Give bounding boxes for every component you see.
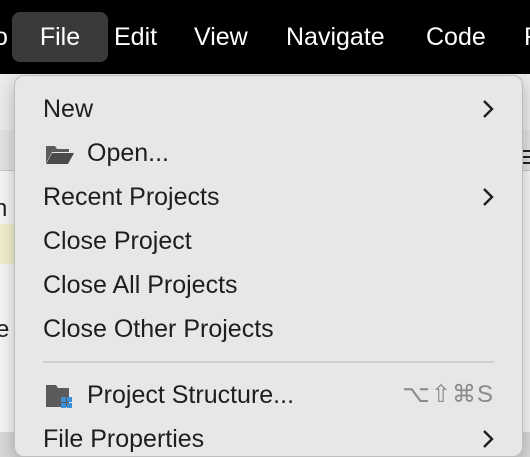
menubar-item-refactor[interactable]: R <box>524 12 530 62</box>
background-text-fragment: e <box>0 316 10 343</box>
menu-item-label: New <box>43 95 94 123</box>
chevron-right-icon <box>483 100 494 118</box>
menu-item-close-other-projects[interactable]: Close Other Projects <box>43 309 494 349</box>
menu-item-label: Project Structure... <box>87 381 295 409</box>
menu-separator <box>43 361 494 363</box>
menu-item-project-structure[interactable]: Project Structure... ⌥⇧⌘S <box>43 375 494 415</box>
folder-open-icon <box>46 146 74 164</box>
menubar-item-code[interactable]: Code <box>426 12 486 62</box>
menubar-item-file[interactable]: File <box>12 12 108 62</box>
keyboard-shortcut: ⌥⇧⌘S <box>402 381 494 408</box>
project-structure-icon <box>46 385 72 408</box>
menu-item-recent-projects[interactable]: Recent Projects <box>43 177 494 217</box>
menu-item-label: Recent Projects <box>43 183 220 211</box>
menu-item-open[interactable]: Open... <box>43 133 494 173</box>
menu-item-close-project[interactable]: Close Project <box>43 221 494 261</box>
background-text-fragment: n <box>0 195 8 222</box>
menubar-item-view[interactable]: View <box>194 12 248 62</box>
file-menu: New Open... Recent Projects Close Projec… <box>14 75 523 457</box>
menu-item-label: Open... <box>87 139 169 167</box>
menu-item-new[interactable]: New <box>43 89 494 129</box>
chevron-right-icon <box>483 188 494 206</box>
chevron-right-icon <box>483 430 494 448</box>
menubar-item-navigate[interactable]: Navigate <box>286 12 385 62</box>
menubar-item-partial[interactable]: o <box>0 12 8 62</box>
menu-item-label: File Properties <box>43 425 205 453</box>
menubar-item-edit[interactable]: Edit <box>114 12 157 62</box>
menu-item-label: Close Project <box>43 227 192 255</box>
menu-item-label: Close All Projects <box>43 271 238 299</box>
menu-item-close-all-projects[interactable]: Close All Projects <box>43 265 494 305</box>
menu-bar: o File Edit View Navigate Code R <box>0 0 530 74</box>
menu-item-label: Close Other Projects <box>43 315 274 343</box>
menu-item-file-properties[interactable]: File Properties <box>43 419 494 456</box>
